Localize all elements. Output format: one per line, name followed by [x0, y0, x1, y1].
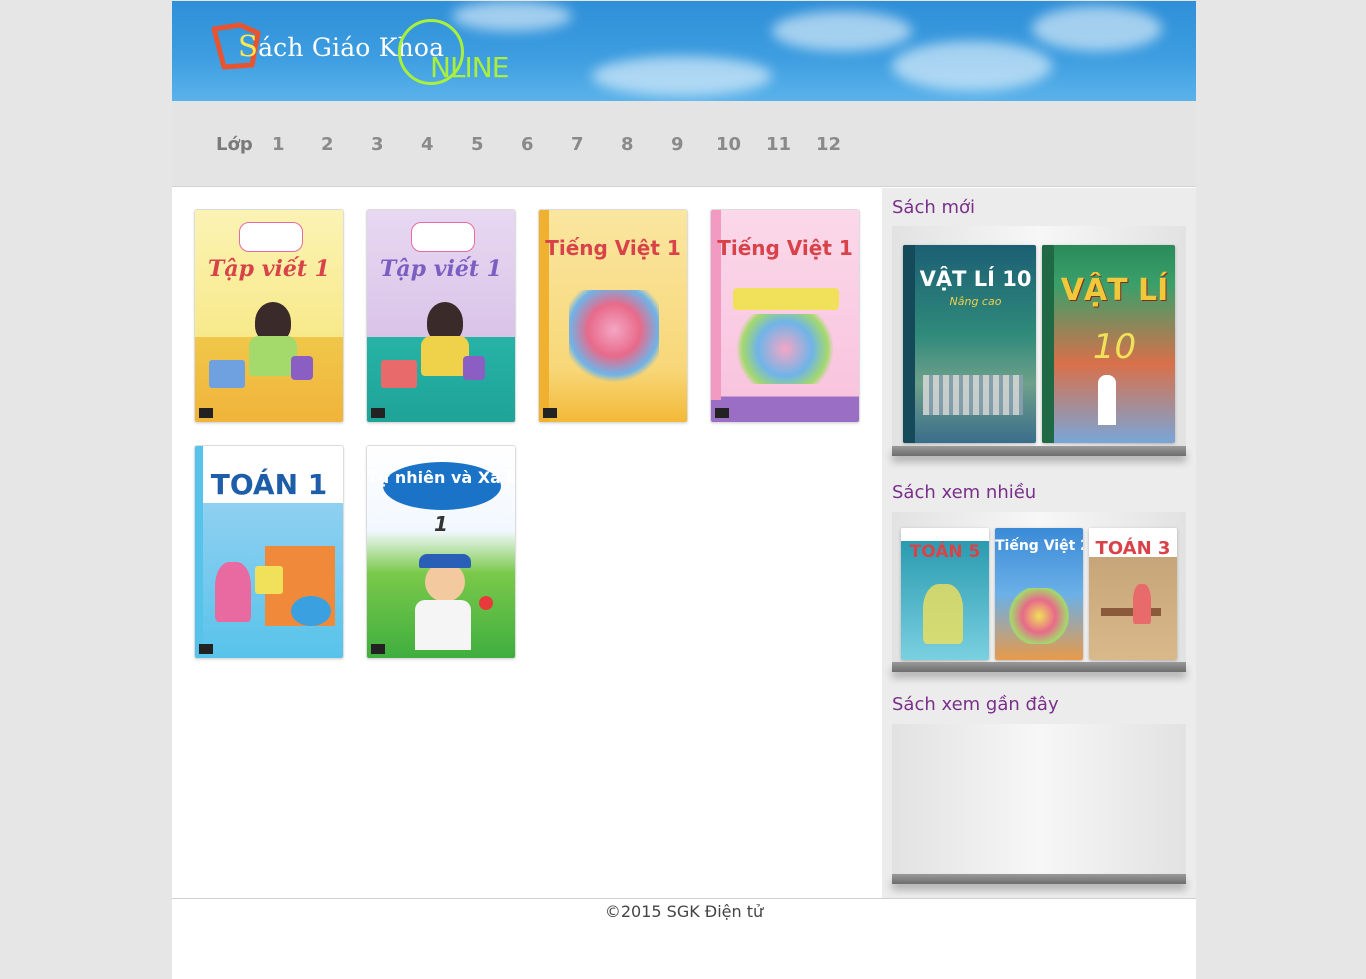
grade-link-6[interactable]: 6	[521, 134, 534, 155]
recent-books-title: Sách xem gần đây	[892, 694, 1059, 715]
grade-link-2[interactable]: 2	[321, 134, 334, 155]
grade-link-10[interactable]: 10	[716, 134, 741, 155]
grade-link-9[interactable]: 9	[671, 134, 684, 155]
grade-link-4[interactable]: 4	[421, 134, 434, 155]
grade-link-5[interactable]: 5	[471, 134, 484, 155]
recent-books-shelf	[892, 724, 1186, 884]
shelf-board	[892, 446, 1186, 456]
grade-label: Lớp	[216, 134, 253, 155]
shelf-board	[892, 662, 1186, 672]
popular-books-title: Sách xem nhiều	[892, 482, 1037, 503]
book-cover-tap-viet-1-tap-hai[interactable]: Tập viết 1	[366, 209, 516, 423]
book-vat-li-10[interactable]: VẬT LÍ 10	[1042, 245, 1175, 443]
grade-link-7[interactable]: 7	[571, 134, 584, 155]
grade-link-11[interactable]: 11	[766, 134, 791, 155]
footer: ©2015 SGK Điện tử	[172, 898, 1196, 979]
header-banner: Sách Giáo Khoa NLINE	[172, 1, 1196, 101]
book-cover-toan-1[interactable]: TOÁN 1	[194, 445, 344, 659]
book-toan-5[interactable]: TOÁN 5	[901, 528, 989, 660]
site-logo[interactable]: Sách Giáo Khoa NLINE	[208, 15, 558, 87]
new-books-title: Sách mới	[892, 197, 976, 218]
shelf-board	[892, 874, 1186, 884]
book-vat-li-10-nang-cao[interactable]: VẬT LÍ 10 Nâng cao	[903, 245, 1036, 443]
book-toan-3[interactable]: TOÁN 3	[1089, 528, 1177, 660]
grade-link-8[interactable]: 8	[621, 134, 634, 155]
grade-link-12[interactable]: 12	[816, 134, 841, 155]
grade-link-1[interactable]: 1	[272, 134, 285, 155]
logo-online-text: NLINE	[430, 51, 509, 84]
book-cover-tieng-viet-1-tap-hai[interactable]: Tiếng Việt 1	[710, 209, 860, 423]
page: Sách Giáo Khoa NLINE Lớp 1 2 3 4 5 6 7 8…	[172, 1, 1196, 979]
copyright-text: ©2015 SGK Điện tử	[604, 902, 764, 921]
sidebar: Sách mới VẬT LÍ 10 Nâng cao VẬT LÍ 10 Sá…	[882, 188, 1196, 898]
book-tieng-viet-2[interactable]: Tiếng Việt 2	[995, 528, 1083, 660]
book-cover-tu-nhien-xa-hoi-1[interactable]: Tự nhiên và Xã hội 1	[366, 445, 516, 659]
popular-books-shelf: TOÁN 5 Tiếng Việt 2 TOÁN 3	[892, 512, 1186, 672]
grade-nav: Lớp 1 2 3 4 5 6 7 8 9 10 11 12	[172, 101, 1196, 187]
book-cover-tieng-viet-1-tap-mot[interactable]: Tiếng Việt 1	[538, 209, 688, 423]
grade-link-3[interactable]: 3	[371, 134, 384, 155]
new-books-shelf: VẬT LÍ 10 Nâng cao VẬT LÍ 10	[892, 226, 1186, 456]
book-cover-tap-viet-1-tap-mot[interactable]: Tập viết 1	[194, 209, 344, 423]
